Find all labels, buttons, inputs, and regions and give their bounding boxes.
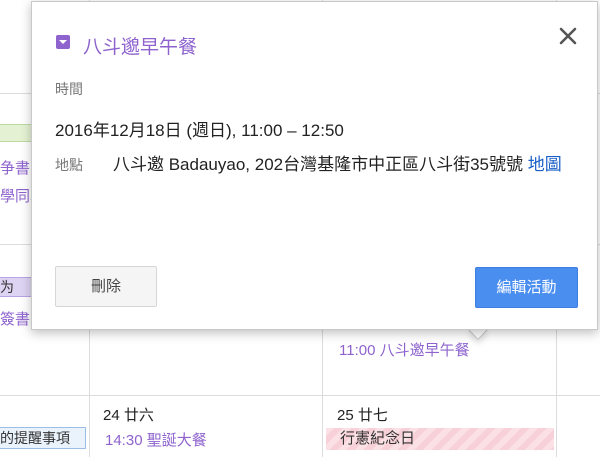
close-icon[interactable] [556, 24, 580, 48]
event-chip[interactable]: 为 [0, 277, 34, 297]
time-value: 2016年12月18日 (週日), 11:00 – 12:50 [55, 121, 344, 140]
event-text-fragment[interactable]: 争書 [0, 157, 30, 178]
holiday-chip[interactable]: 行憲紀念日 [326, 428, 554, 450]
grid-line [0, 395, 600, 396]
event-text[interactable]: 11:00 八斗邀早午餐 [339, 339, 470, 360]
event-title: 八斗邈早午餐 [83, 37, 198, 58]
event-text[interactable]: 14:30 聖誕大餐 [105, 429, 207, 450]
reminder-chip[interactable]: 的提醒事項 [0, 427, 86, 449]
calendar-color-icon[interactable] [56, 35, 70, 49]
event-text-fragment[interactable]: 學同心 [0, 185, 34, 206]
event-popup: 八斗邈早午餐 時間 2016年12月18日 (週日), 11:00 – 12:5… [31, 1, 598, 330]
map-link[interactable]: 地圖 [528, 155, 562, 174]
location-value: 八斗邀 Badauyao, 202台灣基隆市中正區八斗街35號號 地圖 [113, 151, 583, 178]
event-text-fragment[interactable]: 簽書 [0, 308, 34, 329]
close-x-shape [559, 27, 577, 45]
edit-event-button[interactable]: 編輯活動 [475, 267, 578, 308]
location-label: 地點 [55, 157, 83, 173]
event-chip[interactable] [0, 124, 32, 142]
day-number[interactable]: 25 廿七 [337, 404, 388, 425]
delete-button[interactable]: 刪除 [55, 266, 157, 307]
day-number[interactable]: 24 廿六 [103, 404, 154, 425]
location-text: 八斗邀 Badauyao, 202台灣基隆市中正區八斗街35號號 [113, 155, 524, 174]
time-label: 時間 [55, 81, 83, 97]
